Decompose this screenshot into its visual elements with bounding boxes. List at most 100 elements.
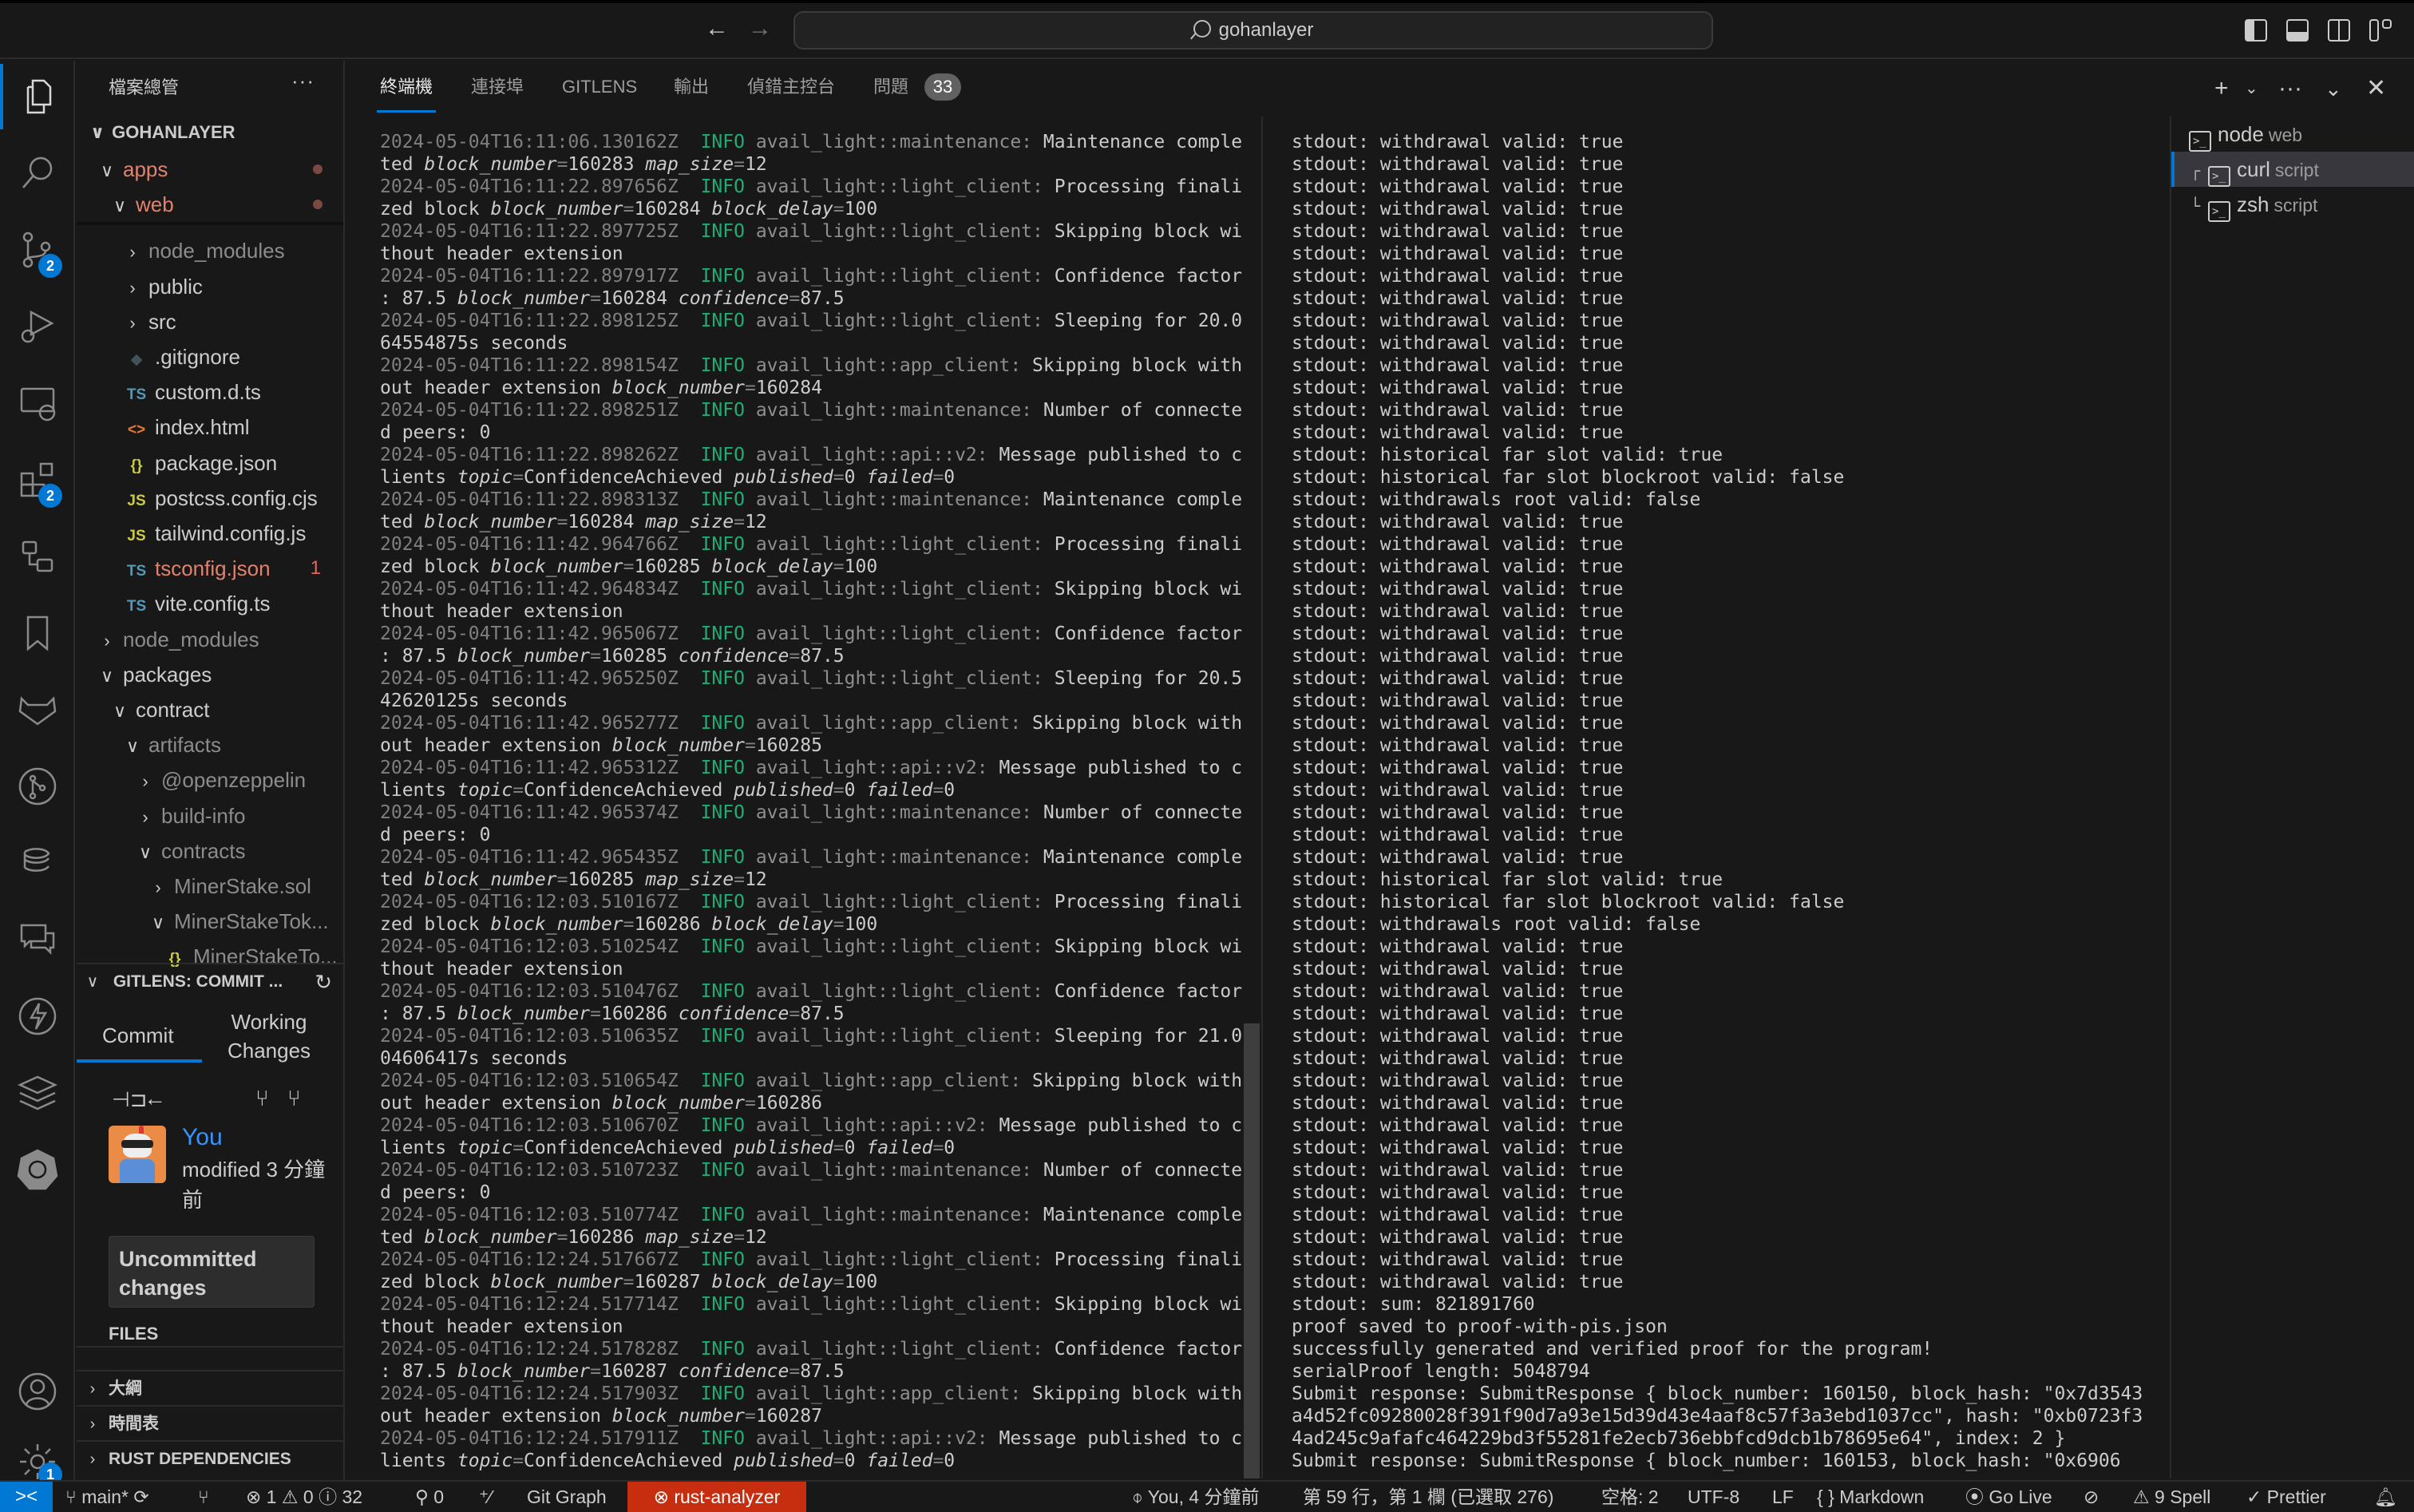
terminal-pane-left[interactable]: 2024-05-04T16:11:06.130162Z INFO avail_l… bbox=[380, 131, 1244, 1478]
tree-item[interactable]: ∨ packages bbox=[77, 657, 343, 692]
tree-item[interactable]: › MinerStake.sol bbox=[77, 869, 343, 904]
activity-extensions[interactable]: 2 bbox=[0, 444, 75, 516]
tree-item[interactable]: ∨ MinerStakeTok... bbox=[77, 904, 343, 939]
terminal-instance-node[interactable]: >_ node web bbox=[2171, 117, 2414, 152]
tree-item[interactable]: TS custom.d.ts bbox=[77, 374, 343, 410]
prettier-indicator[interactable]: ✓ Prettier bbox=[2246, 1482, 2326, 1512]
toggle-secondary-sidebar-icon[interactable] bbox=[2328, 19, 2350, 42]
activity-layers[interactable] bbox=[0, 1057, 75, 1129]
activity-run-debug[interactable] bbox=[0, 291, 75, 362]
tab-terminal[interactable]: 終端機 bbox=[376, 75, 437, 113]
gitlens-commit-section[interactable]: ∨ GITLENS: COMMIT ... ↻ bbox=[77, 963, 343, 998]
gitlens-tab-working-changes[interactable]: Working Changes bbox=[225, 1007, 313, 1065]
commit-author[interactable]: You bbox=[182, 1124, 223, 1151]
activity-thunder[interactable] bbox=[0, 980, 75, 1052]
terminal-pane-right[interactable]: stdout: withdrawal valid: true stdout: wi… bbox=[1292, 131, 2163, 1478]
ports-indicator[interactable]: ⚲ 0 bbox=[415, 1482, 444, 1512]
toggle-panel-icon[interactable] bbox=[2286, 19, 2309, 42]
log-text: = bbox=[590, 1003, 601, 1024]
branch-indicator[interactable]: ⑂ main* ⟳ bbox=[65, 1482, 149, 1512]
spell-check-indicator[interactable]: ⚠ 9 Spell bbox=[2133, 1482, 2210, 1512]
toggle-primary-sidebar-icon[interactable] bbox=[2245, 19, 2267, 42]
end-of-line[interactable]: LF bbox=[1772, 1482, 1794, 1512]
tree-item[interactable]: › node_modules bbox=[77, 622, 343, 657]
tree-item[interactable]: ∨ artifacts bbox=[77, 727, 343, 762]
tree-item[interactable]: JS tailwind.config.js bbox=[77, 516, 343, 551]
forward-button[interactable]: → bbox=[746, 14, 774, 43]
branch-icon[interactable]: ⑂ bbox=[255, 1086, 269, 1111]
tree-item[interactable]: JS postcss.config.cjs bbox=[77, 481, 343, 516]
log-text: Skipping block wi bbox=[1043, 1294, 1243, 1315]
tree-item[interactable]: {} package.json bbox=[77, 445, 343, 481]
tree-item[interactable]: ∨ web bbox=[77, 187, 343, 222]
language-mode[interactable]: { } Markdown bbox=[1817, 1482, 1924, 1512]
terminal-scrollbar[interactable] bbox=[1244, 1023, 1260, 1478]
problems-indicator[interactable]: ⊗ 1 ⚠ 0 ⓘ 32 bbox=[246, 1482, 362, 1512]
close-panel-button[interactable]: ✕ bbox=[2366, 75, 2386, 102]
tab-ports[interactable]: 連接埠 bbox=[471, 75, 524, 99]
log-level: INFO bbox=[700, 847, 745, 868]
activity-database[interactable] bbox=[0, 827, 75, 899]
git-graph-action[interactable]: ⁺⁄ bbox=[479, 1482, 492, 1512]
outline-section[interactable]: › 大綱 bbox=[77, 1370, 345, 1405]
back-arrow-icon[interactable]: ← bbox=[144, 1086, 166, 1111]
terminal-list-divider[interactable] bbox=[2170, 117, 2171, 1478]
activity-bookmarks[interactable] bbox=[0, 597, 75, 669]
panel-more-button[interactable]: ··· bbox=[2278, 75, 2302, 102]
copilot-status[interactable]: ⊘ bbox=[2084, 1482, 2099, 1512]
tree-item[interactable]: › src bbox=[77, 304, 343, 339]
terminal-instance-curl[interactable]: ┌ >_ curl script bbox=[2171, 152, 2414, 187]
git-compare-button[interactable]: ⑂ bbox=[198, 1482, 209, 1512]
back-button[interactable]: ← bbox=[702, 14, 731, 43]
customize-layout-icon[interactable] bbox=[2369, 19, 2379, 42]
activity-remote-explorer[interactable] bbox=[0, 367, 75, 439]
new-terminal-button[interactable]: + bbox=[2214, 75, 2229, 102]
tree-item[interactable]: TS tsconfig.json 1 bbox=[77, 551, 343, 586]
tree-item[interactable]: ∨ contract bbox=[77, 692, 343, 727]
remote-indicator[interactable]: >< bbox=[0, 1482, 53, 1512]
activity-gitlab[interactable] bbox=[0, 674, 75, 746]
terminal-instance-zsh[interactable]: └ >_ zsh script bbox=[2171, 187, 2414, 222]
activity-containers[interactable] bbox=[0, 520, 75, 592]
activity-accounts[interactable] bbox=[0, 1356, 75, 1427]
go-live-button[interactable]: ⦿ Go Live bbox=[1965, 1482, 2052, 1512]
activity-comments[interactable] bbox=[0, 904, 75, 976]
encoding[interactable]: UTF-8 bbox=[1688, 1482, 1739, 1512]
workspace-root[interactable]: ∨ GOHANLAYER bbox=[77, 115, 343, 150]
timeline-section[interactable]: › 時間表 bbox=[77, 1405, 345, 1440]
activity-source-control[interactable]: 2 bbox=[0, 214, 75, 286]
activity-search[interactable] bbox=[0, 137, 75, 209]
git-graph-button[interactable]: Git Graph bbox=[527, 1482, 607, 1512]
activity-kubernetes[interactable] bbox=[0, 1134, 75, 1205]
gitlens-tab-commit[interactable]: Commit bbox=[102, 1023, 174, 1048]
maximize-panel-button[interactable]: ⌄ bbox=[2325, 75, 2342, 102]
notifications-button[interactable]: 🔔︎ bbox=[2374, 1482, 2397, 1512]
activity-git-graph[interactable] bbox=[0, 750, 75, 822]
tree-item[interactable]: <> index.html bbox=[77, 410, 343, 445]
explorer-more-button[interactable]: ··· bbox=[291, 69, 315, 93]
tree-item[interactable]: ∨ contracts bbox=[77, 833, 343, 869]
rust-analyzer-status[interactable]: ⊗ rust-analyzer bbox=[627, 1482, 806, 1512]
tree-item[interactable]: TS vite.config.ts bbox=[77, 586, 343, 621]
terminal-split-divider[interactable] bbox=[1261, 117, 1263, 1478]
cursor-position[interactable]: 第 59 行，第 1 欄 (已選取 276) bbox=[1303, 1482, 1553, 1512]
tab-debug-console[interactable]: 偵錯主控台 bbox=[747, 75, 835, 99]
indentation[interactable]: 空格: 2 bbox=[1601, 1482, 1659, 1512]
tree-item[interactable]: › node_modules bbox=[77, 233, 343, 268]
tab-gitlens[interactable]: GITLENS bbox=[562, 75, 637, 99]
rust-dependencies-section[interactable]: › RUST DEPENDENCIES bbox=[77, 1440, 345, 1475]
git-blame-indicator[interactable]: ⌽ You, 4 分鐘前 bbox=[1132, 1482, 1260, 1512]
tree-item[interactable]: › build-info bbox=[77, 798, 343, 833]
activity-explorer[interactable] bbox=[0, 61, 75, 133]
pin-icon[interactable]: ⊣⊐ bbox=[112, 1087, 147, 1112]
tab-output[interactable]: 輸出 bbox=[674, 75, 709, 99]
tree-item[interactable]: ◆ .gitignore bbox=[77, 339, 343, 374]
command-center-search[interactable]: gohanlayer bbox=[793, 11, 1713, 49]
tree-item[interactable]: › @openzeppelin bbox=[77, 762, 343, 798]
refresh-icon[interactable]: ↻ bbox=[315, 964, 332, 998]
compare-icon[interactable]: ⑂ bbox=[287, 1086, 301, 1111]
tab-problems[interactable]: 問題 bbox=[873, 75, 908, 99]
tree-item[interactable]: ∨ apps bbox=[77, 152, 343, 187]
tree-item[interactable]: › public bbox=[77, 269, 343, 304]
terminal-profile-dropdown[interactable]: ⌄ bbox=[2245, 75, 2258, 102]
